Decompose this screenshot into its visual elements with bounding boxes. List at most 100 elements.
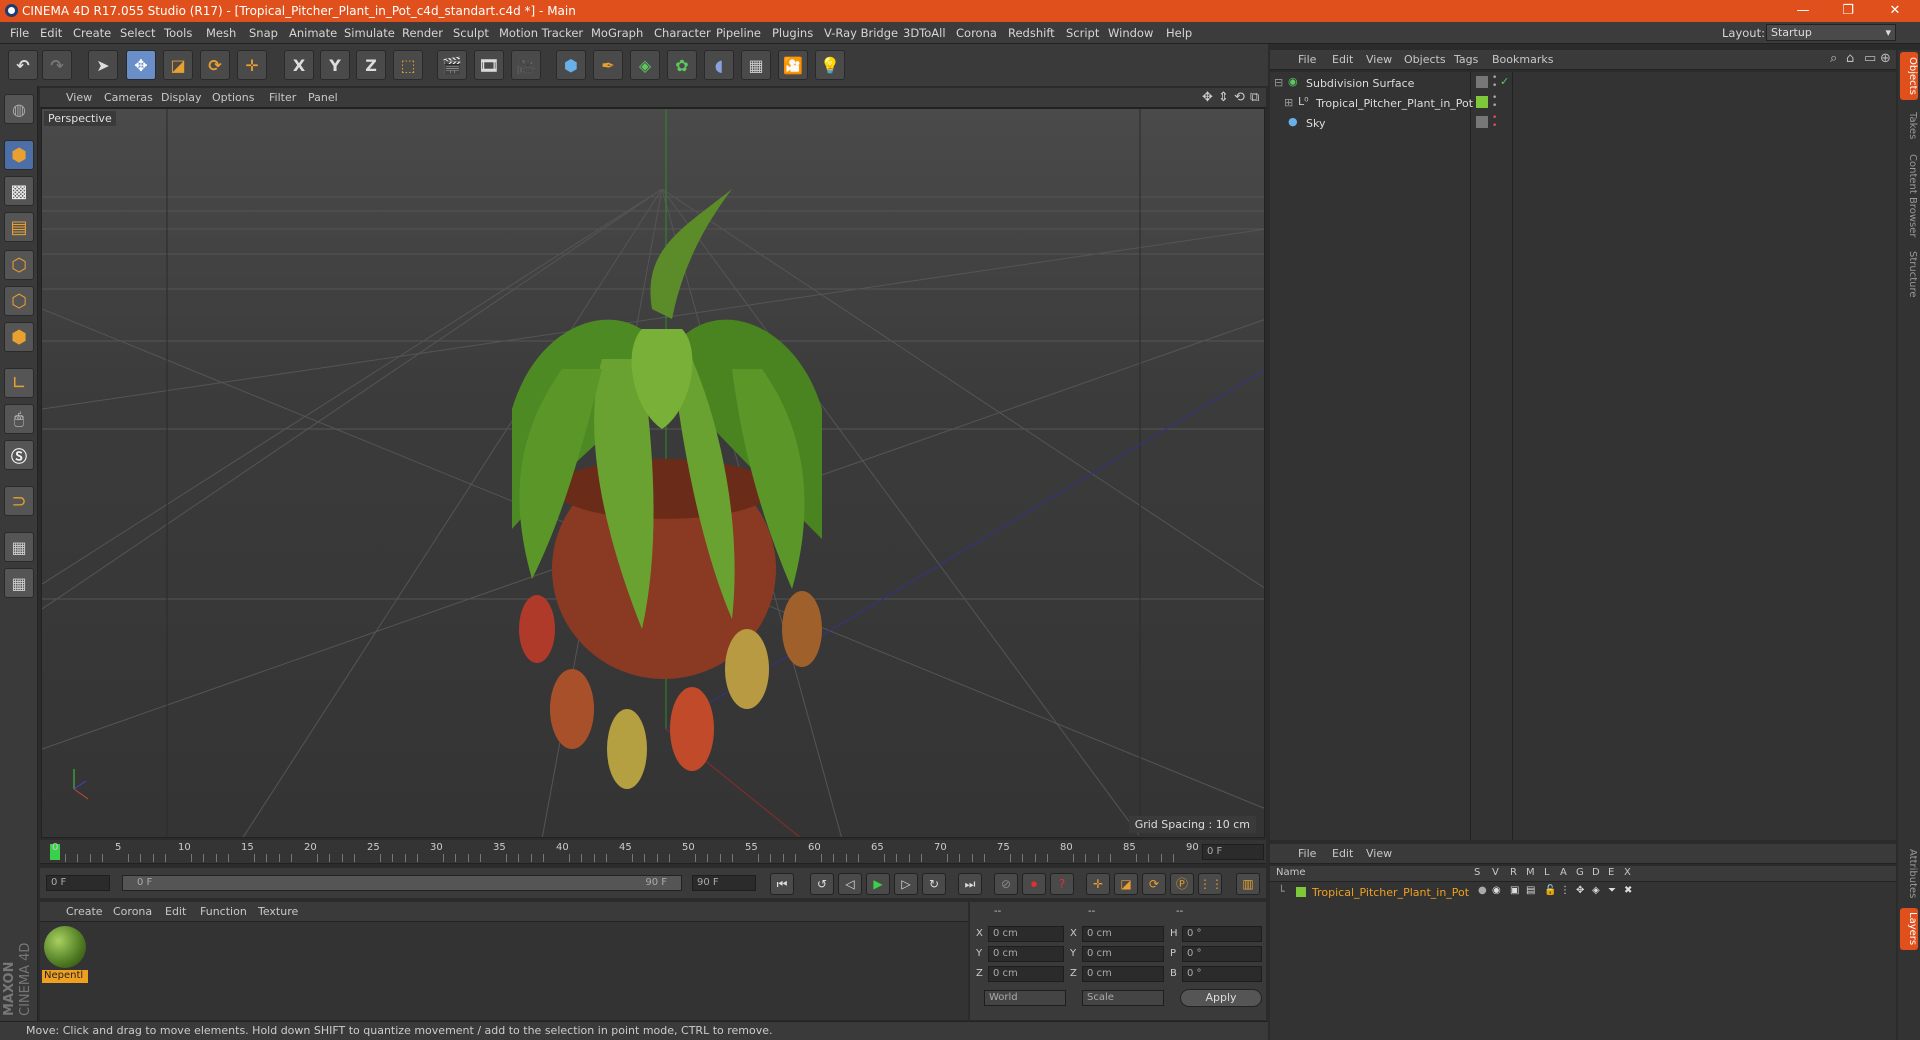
menu-plugins[interactable]: Plugins (772, 26, 813, 40)
layer-row[interactable]: └ Tropical_Pitcher_Plant_in_Pot ● ◉ ▣ ▤ … (1270, 884, 1896, 903)
undo-button[interactable]: ↶ (8, 50, 38, 80)
tab-takes[interactable]: Takes (1900, 106, 1918, 146)
col-generators[interactable]: G (1576, 867, 1584, 878)
z-axis-button[interactable]: Z (356, 50, 386, 80)
goto-start-button[interactable]: ⏮ (770, 873, 794, 895)
layer-menu-edit[interactable]: Edit (1332, 847, 1353, 860)
autokey-button[interactable]: ? (1050, 873, 1074, 895)
prev-frame-button[interactable]: ◁ (838, 873, 862, 895)
col-expressions[interactable]: E (1608, 867, 1614, 878)
tab-objects[interactable]: Objects (1900, 52, 1918, 100)
material-menu-function[interactable]: Function (200, 905, 247, 918)
recent-tool-button[interactable]: ✛ (237, 50, 267, 80)
viewport-menu-options[interactable]: Options (212, 91, 254, 104)
col-deformers[interactable]: D (1592, 867, 1600, 878)
col-solo[interactable]: S (1474, 867, 1480, 878)
lock-workplane-button[interactable]: ▦ (4, 532, 34, 562)
viewport-rotate-icon[interactable]: ⟲ (1234, 90, 1245, 105)
menu-simulate[interactable]: Simulate (344, 26, 395, 40)
goto-next-key-button[interactable]: ↻ (922, 873, 946, 895)
layer-color-swatch[interactable] (1296, 887, 1306, 897)
add-camera-button[interactable]: 🎦 (778, 50, 808, 80)
tab-structure[interactable]: Structure (1900, 246, 1918, 302)
tweak-mode-button[interactable]: 🖱 (4, 404, 34, 434)
add-subdivision-button[interactable]: ◈ (630, 50, 660, 80)
menu-motion-tracker[interactable]: Motion Tracker (499, 26, 583, 40)
menu-character[interactable]: Character (654, 26, 711, 40)
viewport-camera-label[interactable]: Perspective (44, 111, 116, 126)
lock-panel-icon[interactable]: ⊕ (1880, 51, 1891, 66)
object-name[interactable]: Subdivision Surface (1306, 77, 1414, 90)
play-button[interactable]: ▶ (866, 873, 890, 895)
viewport-pan-icon[interactable]: ✥ (1202, 90, 1213, 105)
new-window-icon[interactable]: ▭ (1864, 51, 1876, 66)
col-name[interactable]: Name (1276, 867, 1306, 878)
timeline-window-button[interactable]: ▥ (1236, 873, 1260, 895)
menu-vray-bridge[interactable]: V-Ray Bridge (824, 26, 898, 40)
key-parameter-button[interactable]: Ⓟ (1170, 873, 1194, 895)
object-menu-objects[interactable]: Objects (1404, 53, 1446, 66)
object-menu-bookmarks[interactable]: Bookmarks (1492, 53, 1553, 66)
menu-file[interactable]: File (10, 26, 29, 40)
workplane-mode-button[interactable]: ▤ (4, 212, 34, 242)
current-frame-field[interactable]: 0 F (1202, 844, 1264, 860)
make-editable-button[interactable]: ◍ (4, 94, 34, 124)
menu-render[interactable]: Render (402, 26, 443, 40)
layer-name[interactable]: Tropical_Pitcher_Plant_in_Pot (1312, 886, 1469, 899)
edges-mode-button[interactable]: ⬡ (4, 286, 34, 316)
material-menu-corona[interactable]: Corona (113, 905, 152, 918)
object-menu-tags[interactable]: Tags (1454, 53, 1478, 66)
manager-toggle-icon[interactable]: ▤ (1526, 885, 1535, 896)
object-menu-file[interactable]: File (1298, 53, 1316, 66)
model-mode-button[interactable]: ⬢ (4, 140, 34, 170)
material-menu-edit[interactable]: Edit (165, 905, 186, 918)
generators-toggle-icon[interactable]: ✥ (1576, 885, 1584, 896)
x-axis-button[interactable]: X (284, 50, 314, 80)
tab-layers[interactable]: Layers (1900, 908, 1918, 950)
deformers-toggle-icon[interactable]: ◈ (1592, 885, 1600, 896)
apply-button[interactable]: Apply (1180, 989, 1262, 1007)
menu-pipeline[interactable]: Pipeline (716, 26, 761, 40)
menu-script[interactable]: Script (1066, 26, 1099, 40)
menu-3dtoall[interactable]: 3DToAll (903, 26, 946, 40)
visibility-dots-icon[interactable]: • • (1492, 74, 1497, 91)
viewport-menu-panel[interactable]: Panel (308, 91, 338, 104)
preview-range-slider[interactable]: 0 F 90 F (122, 875, 682, 891)
size-z-field[interactable]: 0 cm (1082, 966, 1164, 982)
object-row[interactable]: ⊟ ◉ Subdivision Surface • • ✓ (1270, 74, 1896, 93)
size-y-field[interactable]: 0 cm (1082, 946, 1164, 962)
visibility-dots-icon[interactable]: • • (1492, 94, 1497, 111)
menu-mograph[interactable]: MoGraph (591, 26, 643, 40)
menu-snap[interactable]: Snap (249, 26, 278, 40)
scale-tool-button[interactable]: ◪ (163, 50, 193, 80)
render-settings-button[interactable]: 🎥 (511, 50, 541, 80)
xref-toggle-icon[interactable]: ✖ (1624, 885, 1632, 896)
rotation-h-field[interactable]: 0 ° (1182, 926, 1262, 942)
add-cube-button[interactable]: ⬢ (556, 50, 586, 80)
object-menu-view[interactable]: View (1366, 53, 1392, 66)
enabled-check-icon[interactable]: ✓ (1500, 75, 1509, 88)
size-x-field[interactable]: 0 cm (1082, 926, 1164, 942)
lock-toggle-icon[interactable]: 🔓 (1544, 885, 1556, 896)
layer-tag-icon[interactable] (1476, 116, 1488, 128)
coordinate-system-button[interactable]: ⬚ (393, 50, 423, 80)
close-button[interactable]: ✕ (1875, 1, 1915, 21)
menu-create[interactable]: Create (73, 26, 111, 40)
rotate-tool-button[interactable]: ⟳ (200, 50, 230, 80)
col-xref[interactable]: X (1624, 867, 1631, 878)
menu-animate[interactable]: Animate (289, 26, 337, 40)
pitcher-plant-model[interactable] (512, 189, 822, 789)
tab-content-browser[interactable]: Content Browser (1900, 150, 1918, 242)
layout-select[interactable]: Startup ▾ (1766, 24, 1896, 41)
add-deformer-button[interactable]: ◖ (704, 50, 734, 80)
key-scale-button[interactable]: ◪ (1114, 873, 1138, 895)
coordinate-space-select[interactable]: World (984, 990, 1066, 1006)
menu-redshift[interactable]: Redshift (1008, 26, 1055, 40)
menu-select[interactable]: Select (120, 26, 155, 40)
tab-attributes[interactable]: Attributes (1900, 844, 1918, 904)
key-pla-button[interactable]: ⋮⋮ (1198, 873, 1223, 895)
viewport-move-icon[interactable]: ⇕ (1218, 90, 1229, 105)
viewport-3d[interactable]: Perspective Grid Spacing : 10 cm (41, 108, 1265, 838)
next-frame-button[interactable]: ▷ (894, 873, 918, 895)
col-manager[interactable]: M (1526, 867, 1535, 878)
